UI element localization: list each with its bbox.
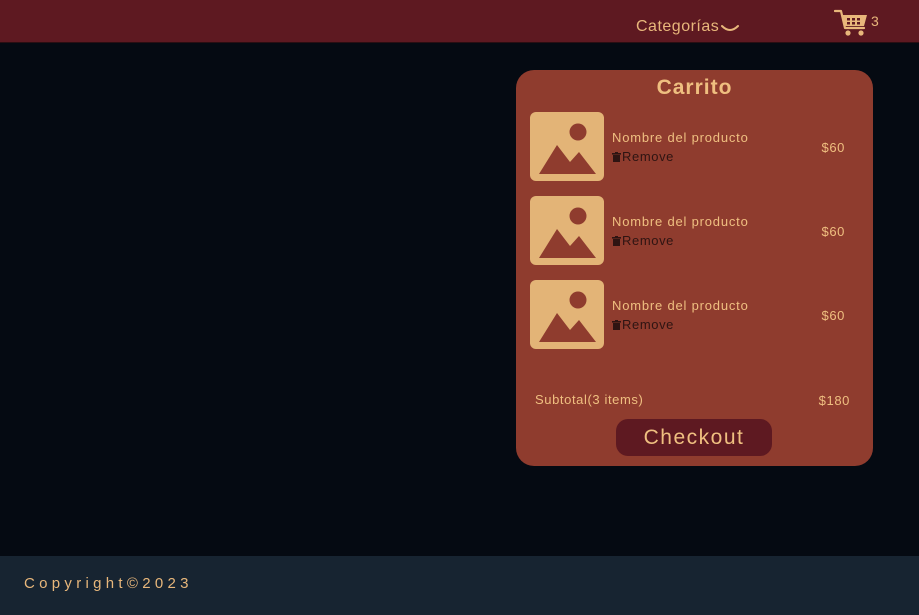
trash-icon xyxy=(612,319,621,330)
remove-button[interactable]: Remove xyxy=(612,317,674,332)
top-navbar: Categorías 3 xyxy=(0,0,919,43)
product-price: $60 xyxy=(821,224,845,239)
cart-count-badge: 3 xyxy=(871,13,879,29)
remove-label: Remove xyxy=(622,317,675,332)
product-price: $60 xyxy=(821,308,845,323)
image-placeholder-icon xyxy=(539,207,596,258)
cart-item: Nombre del producto Remove $60 xyxy=(530,280,860,350)
cart-button[interactable]: 3 xyxy=(834,8,879,38)
product-thumbnail xyxy=(530,112,604,181)
remove-label: Remove xyxy=(622,233,675,248)
remove-button[interactable]: Remove xyxy=(612,233,674,248)
footer: Copyright©2023 xyxy=(0,556,919,615)
subtotal-label: Subtotal(3 items) xyxy=(535,392,644,407)
product-name: Nombre del producto xyxy=(612,130,749,145)
cart-item: Nombre del producto Remove $60 xyxy=(530,112,860,182)
cart-title: Carrito xyxy=(656,76,733,99)
subtotal-value: $180 xyxy=(818,393,850,408)
cart-panel: Carrito Nombre del producto Remove $60 N… xyxy=(516,70,873,466)
product-thumbnail xyxy=(530,280,604,349)
remove-label: Remove xyxy=(622,149,675,164)
product-name: Nombre del producto xyxy=(612,214,749,229)
categories-label: Categorías xyxy=(636,18,720,35)
product-price: $60 xyxy=(821,140,845,155)
product-name: Nombre del producto xyxy=(612,298,749,313)
checkout-button[interactable]: Checkout xyxy=(616,419,772,456)
remove-button[interactable]: Remove xyxy=(612,149,674,164)
shopping-cart-icon xyxy=(834,9,867,36)
categories-dropdown[interactable]: Categorías xyxy=(636,17,740,37)
cart-item: Nombre del producto Remove $60 xyxy=(530,196,860,266)
trash-icon xyxy=(612,235,621,246)
copyright-text: Copyright©2023 xyxy=(24,575,193,592)
product-thumbnail xyxy=(530,196,604,265)
trash-icon xyxy=(612,151,621,162)
image-placeholder-icon xyxy=(539,291,596,342)
chevron-down-icon xyxy=(721,25,740,31)
image-placeholder-icon xyxy=(539,123,596,174)
